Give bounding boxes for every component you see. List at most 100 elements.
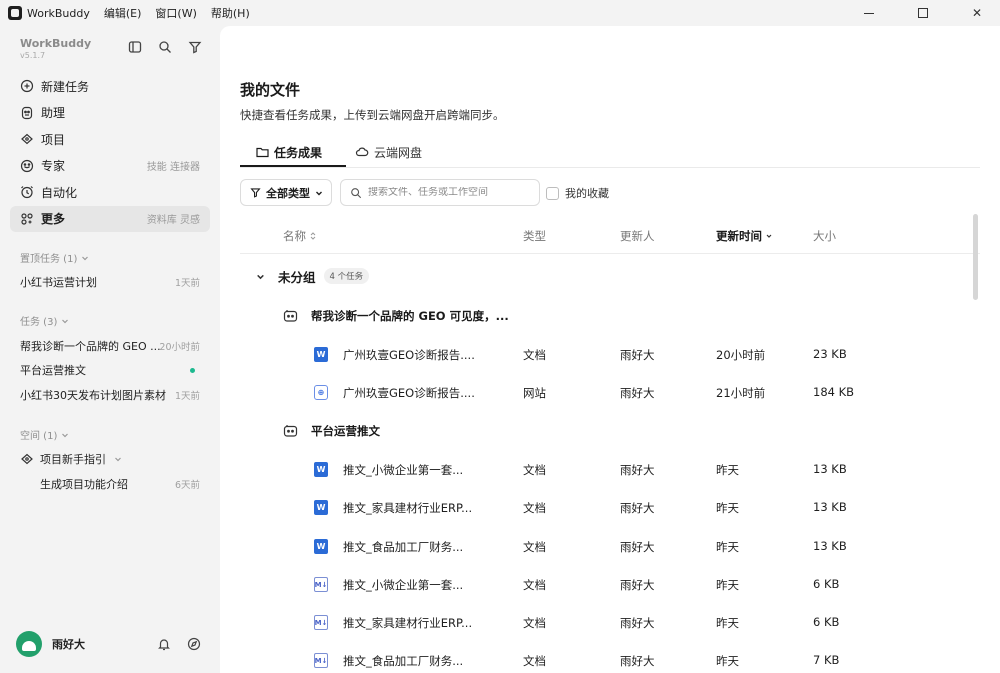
menu-edit[interactable]: 编辑(E) — [104, 5, 142, 21]
file-updater: 雨好大 — [620, 463, 655, 477]
assistant-icon — [21, 106, 33, 119]
tab-cloud-drive[interactable]: 云端网盘 — [355, 136, 422, 168]
sort-icon — [310, 232, 316, 240]
menu-window[interactable]: 窗口(W) — [155, 5, 196, 21]
file-updater: 雨好大 — [620, 578, 655, 592]
file-row[interactable]: W 推文_小微企业第一套... 文档 雨好大 昨天 13 KB — [240, 451, 980, 489]
file-name: 推文_家具建材行业ERP... — [343, 616, 473, 630]
column-updater[interactable]: 更新人 — [620, 228, 655, 244]
file-time: 昨天 — [716, 654, 739, 668]
task-item[interactable]: 帮我诊断一个品牌的 GEO ... 20小时前 — [20, 336, 200, 356]
tab-bar: 任务成果 云端网盘 — [240, 136, 980, 168]
file-row[interactable]: ⊕ 广州玖壹GEO诊断报告.... 网站 雨好大 21小时前 184 KB — [240, 374, 980, 412]
file-row[interactable]: M↓ 推文_食品加工厂财务... 文档 雨好大 昨天 7 KB — [240, 642, 980, 673]
column-name[interactable]: 名称 — [283, 228, 317, 244]
chevron-down-icon — [62, 433, 69, 437]
nav-expert[interactable]: 专家 技能 连接器 — [10, 153, 210, 180]
favorites-checkbox[interactable] — [546, 186, 559, 200]
file-updater: 雨好大 — [620, 654, 655, 668]
file-row[interactable]: M↓ 推文_小微企业第一套... 文档 雨好大 昨天 6 KB — [240, 566, 980, 604]
file-time: 昨天 — [716, 578, 739, 592]
cloud-icon — [355, 147, 369, 157]
file-row[interactable]: W 推文_食品加工厂财务... 文档 雨好大 昨天 13 KB — [240, 528, 980, 566]
markdown-file-icon: M↓ — [314, 577, 328, 592]
task-group-row[interactable]: 平台运营推文 — [283, 423, 380, 439]
task-item[interactable]: 平台运营推文 — [20, 360, 200, 380]
group-row-ungrouped[interactable]: 未分组 4 个任务 — [240, 258, 370, 294]
column-updated-time[interactable]: 更新时间 — [716, 228, 773, 244]
file-name: 推文_家具建材行业ERP... — [343, 501, 473, 515]
tab-task-results[interactable]: 任务成果 — [256, 136, 322, 168]
minimize-button[interactable] — [852, 0, 886, 26]
expert-icon — [20, 159, 34, 172]
version-label: v5.1.7 — [20, 51, 46, 60]
search-icon[interactable] — [158, 40, 172, 54]
website-file-icon: ⊕ — [314, 385, 328, 400]
chevron-down-icon — [115, 457, 121, 462]
scrollbar[interactable] — [973, 214, 978, 300]
word-file-icon: W — [314, 539, 328, 554]
sort-desc-icon — [766, 234, 772, 238]
chat-bot-icon — [283, 425, 298, 437]
tasks-section-header[interactable]: 任务 (3) — [20, 313, 69, 328]
menu-help[interactable]: 帮助(H) — [211, 5, 250, 21]
file-size: 13 KB — [813, 500, 847, 514]
space-sub-item[interactable]: 生成项目功能介绍 6天前 — [40, 474, 200, 494]
user-profile[interactable]: 雨好大 — [16, 631, 85, 657]
close-button[interactable]: ✕ — [960, 0, 994, 26]
markdown-file-icon: M↓ — [314, 615, 328, 630]
task-item[interactable]: 小红书30天发布计划图片素材 1天前 — [20, 385, 200, 405]
file-name: 广州玖壹GEO诊断报告.... — [343, 386, 475, 400]
user-tools — [157, 637, 201, 651]
search-icon — [351, 187, 362, 198]
sidebar: WorkBuddy v5.1.7 新建任务 助理 项目 专家 技能 连接器 自动… — [0, 26, 220, 673]
spaces-section-header[interactable]: 空间 (1) — [20, 427, 69, 442]
file-row[interactable]: M↓ 推文_家具建材行业ERP... 文档 雨好大 昨天 6 KB — [240, 604, 980, 642]
file-size: 13 KB — [813, 462, 847, 476]
task-title: 小红书30天发布计划图片素材 — [20, 389, 166, 402]
column-size[interactable]: 大小 — [813, 228, 836, 244]
file-time: 20小时前 — [716, 348, 766, 362]
file-size: 184 KB — [813, 385, 855, 399]
file-type: 网站 — [523, 386, 546, 400]
file-name: 推文_小微企业第一套... — [343, 578, 464, 592]
pinned-section-header[interactable]: 置顶任务 (1) — [20, 250, 89, 265]
nav-hint: 技能 连接器 — [146, 162, 200, 174]
nav-label: 新建任务 — [41, 79, 90, 94]
task-group-row[interactable]: 帮我诊断一个品牌的 GEO 可见度，... — [283, 308, 509, 324]
markdown-file-icon: M↓ — [314, 653, 328, 668]
title-bar: WorkBuddy 编辑(E) 窗口(W) 帮助(H) ✕ — [0, 0, 1000, 26]
file-search-box — [340, 179, 540, 206]
tabs-divider — [240, 167, 980, 168]
maximize-button[interactable] — [906, 0, 940, 26]
column-type[interactable]: 类型 — [523, 228, 546, 244]
sidebar-nav: 新建任务 助理 项目 专家 技能 连接器 自动化 更多 资料库 灵感 — [10, 73, 210, 232]
task-title: 小红书运营计划 — [20, 276, 97, 289]
type-filter-dropdown[interactable]: 全部类型 — [240, 179, 332, 206]
pinned-task-item[interactable]: 小红书运营计划 1天前 — [20, 272, 200, 292]
main-panel: 我的文件 快捷查看任务成果，上传到云端网盘开启跨端同步。 任务成果 云端网盘 全… — [220, 26, 1000, 673]
task-time: 20小时前 — [159, 342, 200, 353]
file-type: 文档 — [523, 578, 546, 592]
file-row[interactable]: W 推文_家具建材行业ERP... 文档 雨好大 昨天 13 KB — [240, 489, 980, 527]
nav-more[interactable]: 更多 资料库 灵感 — [10, 205, 210, 232]
file-updater: 雨好大 — [620, 540, 655, 554]
brand: WorkBuddy v5.1.7 — [20, 37, 91, 60]
nav-new-task[interactable]: 新建任务 — [10, 73, 210, 100]
file-name: 推文_食品加工厂财务... — [343, 654, 464, 668]
page-subtitle: 快捷查看任务成果，上传到云端网盘开启跨端同步。 — [240, 108, 505, 122]
clock-icon — [21, 186, 33, 199]
file-time: 昨天 — [716, 463, 739, 477]
bell-icon[interactable] — [157, 637, 171, 651]
search-input[interactable] — [368, 187, 538, 198]
compass-icon[interactable] — [187, 637, 201, 651]
file-updater: 雨好大 — [620, 501, 655, 515]
nav-project[interactable]: 项目 — [10, 126, 210, 153]
space-project-item[interactable]: 项目新手指引 — [20, 449, 200, 469]
nav-assistant[interactable]: 助理 — [10, 100, 210, 127]
favorites-toggle[interactable]: 我的收藏 — [546, 185, 609, 201]
file-row[interactable]: W 广州玖壹GEO诊断报告.... 文档 雨好大 20小时前 23 KB — [240, 336, 980, 374]
sidebar-toggle-icon[interactable] — [128, 40, 142, 54]
nav-automation[interactable]: 自动化 — [10, 179, 210, 206]
filter-icon[interactable] — [188, 40, 202, 54]
